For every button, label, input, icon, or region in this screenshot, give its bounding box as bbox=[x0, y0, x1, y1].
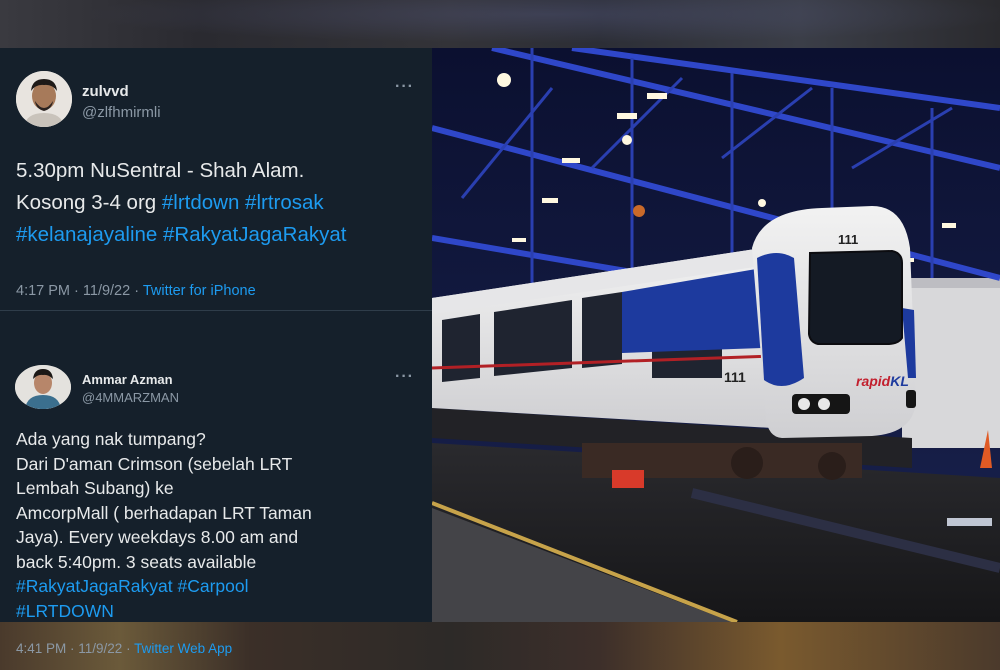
user-handle[interactable]: @4MMARZMAN bbox=[82, 390, 179, 405]
display-name[interactable]: Ammar Azman bbox=[82, 372, 173, 387]
hashtag-link[interactable]: #RakyatJagaRakyat #Carpool bbox=[16, 574, 421, 599]
tweet-ammar: Ammar Azman @4MMARZMAN ··· Ada yang nak … bbox=[0, 310, 432, 656]
source-link[interactable]: Twitter Web App bbox=[134, 641, 232, 656]
tweet-meta: 4:17 PM · 11/9/22 · Twitter for iPhone bbox=[16, 283, 256, 299]
tweet-line: #kelanajayaline #RakyatJagaRakyat bbox=[16, 219, 416, 251]
tweet-line: Dari D'aman Crimson (sebelah LRT bbox=[16, 453, 293, 474]
lrt-train-photo: 111 111 rapidKL bbox=[432, 48, 1000, 622]
hashtag-link[interactable]: #lrtdown #lrtrosak bbox=[162, 191, 324, 214]
tweet-panel: zulvvd @zlfhmirmli ··· 5.30pm NuSentral … bbox=[0, 48, 432, 656]
train-depot-illustration: 111 111 rapidKL bbox=[432, 48, 1000, 622]
timestamp[interactable]: 4:41 PM · 11/9/22 · bbox=[16, 641, 134, 656]
avatar-person-icon bbox=[16, 71, 72, 127]
avatar-person-icon bbox=[15, 365, 71, 409]
more-options-icon[interactable]: ··· bbox=[395, 368, 414, 386]
tweet-meta: 4:41 PM · 11/9/22 · Twitter Web App bbox=[16, 641, 232, 656]
more-options-icon[interactable]: ··· bbox=[395, 78, 414, 96]
side-train-number: 111 bbox=[724, 369, 746, 385]
tweet-text: Ada yang nak tumpang? Dari D'aman Crimso… bbox=[16, 427, 421, 623]
tweet-line: Lembah Subang) ke bbox=[16, 478, 174, 498]
user-handle[interactable]: @zlfhmirmli bbox=[82, 104, 161, 121]
tweet-line: 5.30pm NuSentral - Shah Alam. bbox=[16, 155, 416, 187]
source-link[interactable]: Twitter for iPhone bbox=[143, 283, 256, 299]
tweet-text: 5.30pm NuSentral - Shah Alam. Kosong 3-4… bbox=[16, 155, 416, 251]
tweet-line: Ada yang nak tumpang? bbox=[16, 429, 206, 449]
tweet-line: AmcorpMall ( berhadapan LRT Taman bbox=[16, 502, 312, 523]
hashtag-link[interactable]: #LRTDOWN bbox=[16, 599, 421, 624]
front-train-number: 111 bbox=[838, 232, 858, 247]
tweet-line-text: Kosong 3-4 org bbox=[16, 191, 162, 214]
tweet-line-text: 5.30pm NuSentral - Shah Alam. bbox=[16, 159, 305, 182]
tweet-line: Kosong 3-4 org #lrtdown #lrtrosak bbox=[16, 187, 416, 219]
rapidkl-logo: rapidKL bbox=[856, 373, 909, 389]
blurred-top-band bbox=[0, 0, 1000, 48]
avatar[interactable] bbox=[16, 71, 72, 127]
timestamp[interactable]: 4:17 PM · 11/9/22 · bbox=[16, 283, 143, 299]
tweet-line: back 5:40pm. 3 seats available bbox=[16, 551, 257, 572]
avatar[interactable] bbox=[15, 365, 71, 409]
tweet-line: Jaya). Every weekdays 8.00 am and bbox=[16, 527, 299, 547]
hashtag-link[interactable]: #kelanajayaline #RakyatJagaRakyat bbox=[16, 223, 346, 246]
display-name[interactable]: zulvvd bbox=[82, 83, 129, 100]
tweet-zulvvd: zulvvd @zlfhmirmli ··· 5.30pm NuSentral … bbox=[0, 48, 432, 310]
